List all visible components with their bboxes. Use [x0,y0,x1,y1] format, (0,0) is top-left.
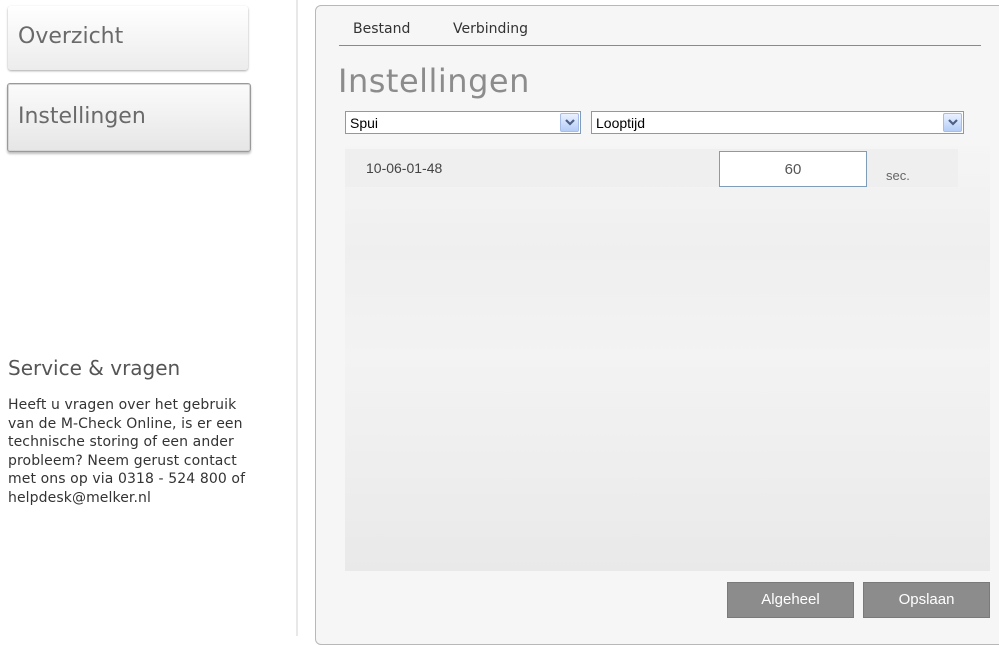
menu-bar: Bestand Verbinding [339,20,981,46]
page-title: Instellingen [338,62,530,100]
chevron-down-icon[interactable] [943,113,962,132]
type-select[interactable]: Looptijd [591,111,964,134]
row-device-id: 10-06-01-48 [366,160,443,176]
location-select-value: Spui [350,115,379,131]
looptijd-input[interactable] [719,151,867,187]
settings-content-area [345,146,990,571]
nav-instellingen-label: Instellingen [18,104,146,129]
service-title: Service & vragen [8,356,181,380]
sidebar-divider [296,0,298,636]
opslaan-button[interactable]: Opslaan [863,582,990,618]
algeheel-button[interactable]: Algeheel [727,582,854,618]
type-select-value: Looptijd [596,115,646,131]
service-text: Heeft u vragen over het gebruik van de M… [8,397,246,506]
chevron-down-icon[interactable] [560,113,579,132]
menu-bestand[interactable]: Bestand [353,21,410,37]
nav-overzicht-button[interactable]: Overzicht [8,6,248,70]
nav-overzicht-label: Overzicht [18,24,124,49]
row-unit: sec. [886,168,910,183]
location-select[interactable]: Spui [345,111,581,134]
settings-row: 10-06-01-48 sec. [345,149,958,187]
nav-instellingen-button[interactable]: Instellingen [7,83,251,152]
menu-verbinding[interactable]: Verbinding [453,21,528,37]
